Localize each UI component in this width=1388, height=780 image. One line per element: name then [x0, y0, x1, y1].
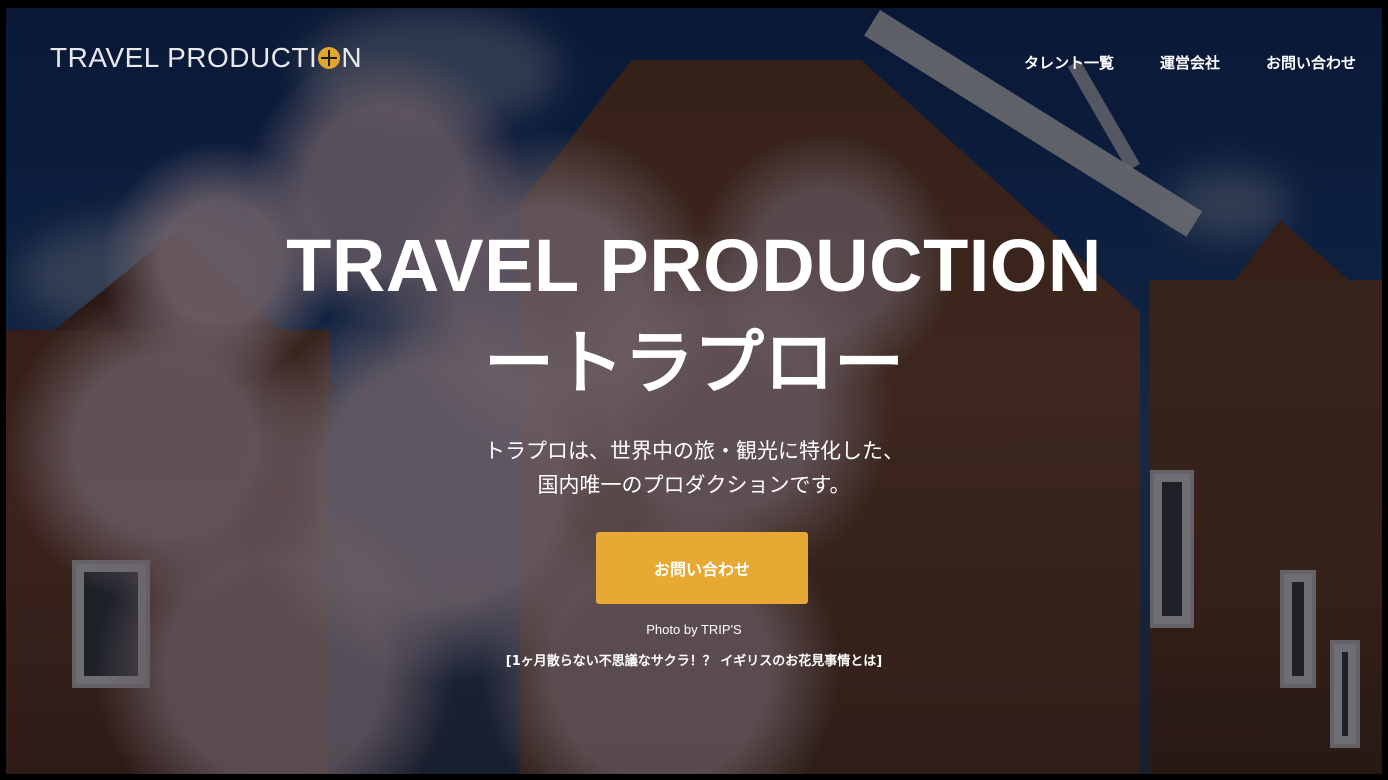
hero-subtitle: ートラプロー — [484, 322, 904, 404]
main-nav: タレント一覧 運営会社 お問い合わせ — [1024, 52, 1356, 73]
hero-tagline: トラプロは、世界中の旅・観光に特化した、 国内唯一のプロダクションです。 — [0, 434, 1388, 502]
photo-credit: Photo by TRIP'S — [646, 622, 742, 637]
tagline-line: 国内唯一のプロダクションです。 — [537, 473, 851, 497]
nav-company[interactable]: 運営会社 — [1160, 52, 1220, 73]
hero-title: TRAVEL PRODUCTION — [286, 224, 1102, 307]
nav-talent-list[interactable]: タレント一覧 — [1024, 52, 1114, 73]
logo-text: N — [341, 42, 363, 73]
site-logo[interactable]: TRAVEL PRODUCTI N — [50, 42, 362, 74]
photo-credit-article-link[interactable]: [1ヶ月散らない不思議なサクラ！？ イギリスのお花見事情とは] — [0, 650, 1388, 669]
nav-contact[interactable]: お問い合わせ — [1266, 52, 1356, 73]
globe-icon — [318, 47, 341, 69]
logo-text: TRAVEL PRODUCTI — [50, 42, 318, 73]
tagline-line: トラプロは、世界中の旅・観光に特化した、 — [484, 439, 904, 463]
contact-button[interactable]: お問い合わせ — [596, 532, 808, 604]
